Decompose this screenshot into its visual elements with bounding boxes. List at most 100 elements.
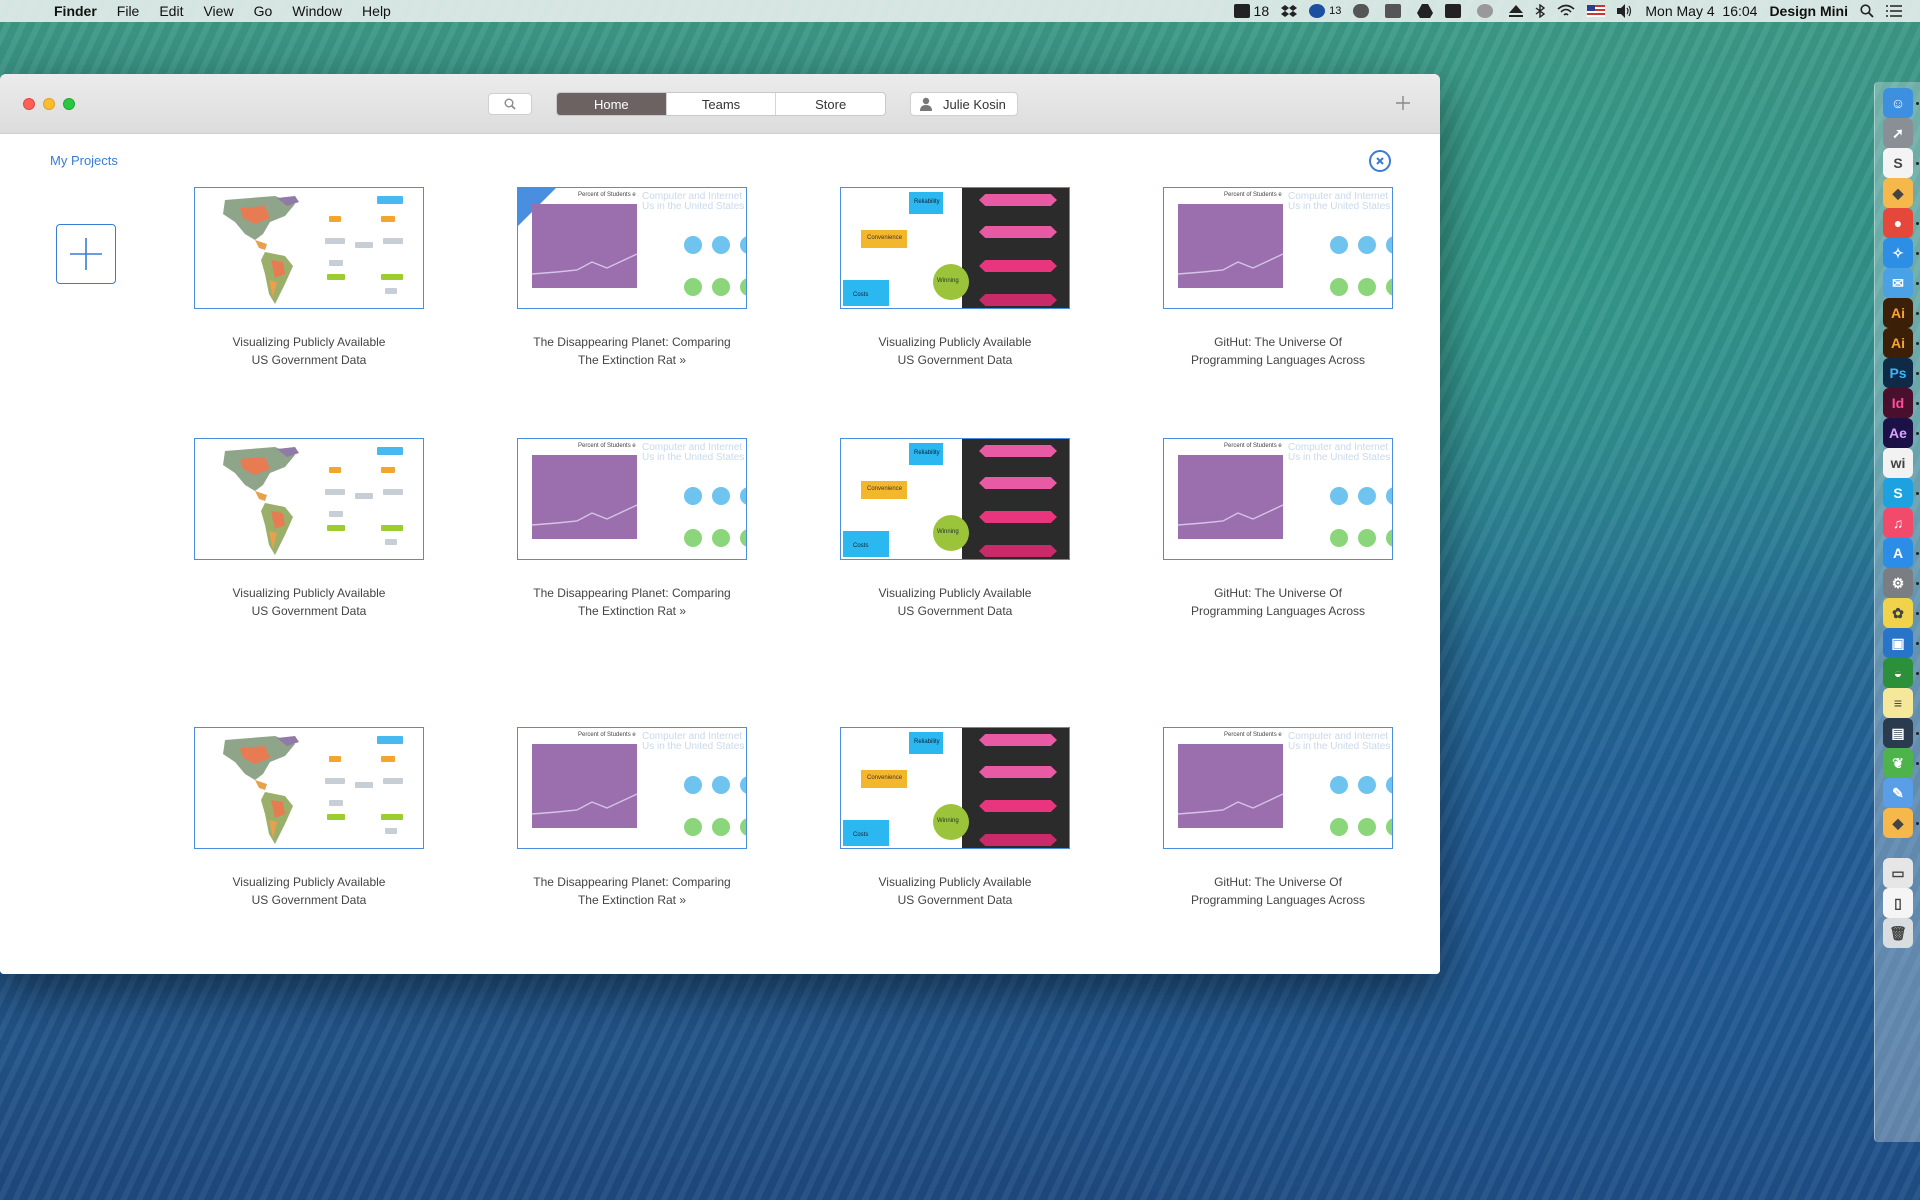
project-title[interactable]: Visualizing Publicly Available US Governm… xyxy=(194,584,424,620)
menu-window[interactable]: Window xyxy=(292,3,342,19)
project-thumbnail[interactable]: Percent of Students e Computer and Intern… xyxy=(1163,727,1393,849)
search-button[interactable] xyxy=(488,93,532,115)
project-card[interactable]: Reliability Convenience Costs Winning Visual… xyxy=(840,438,1070,620)
documents-icon[interactable]: ▯ xyxy=(1883,888,1913,918)
chrome-icon[interactable]: ● xyxy=(1883,208,1913,238)
menu-app-name[interactable]: Finder xyxy=(54,3,97,19)
apple-menu-icon[interactable] xyxy=(20,3,40,19)
project-title[interactable]: GitHut: The Universe Of Programming Langu… xyxy=(1163,873,1393,909)
project-card[interactable]: Percent of Students e Computer and Intern… xyxy=(1163,438,1393,620)
project-title[interactable]: Visualizing Publicly Available US Governm… xyxy=(840,873,1070,909)
tab-home[interactable]: Home xyxy=(557,93,667,115)
project-thumbnail[interactable]: Percent of Students e Computer and Intern… xyxy=(517,187,747,309)
add-icon[interactable] xyxy=(1392,92,1414,114)
window-app-icon[interactable]: ▤ xyxy=(1883,718,1913,748)
menu-file[interactable]: File xyxy=(117,3,140,19)
app-store-icon[interactable]: A xyxy=(1883,538,1913,568)
dismiss-button[interactable] xyxy=(1369,150,1391,172)
sketch-icon[interactable]: ◆ xyxy=(1883,178,1913,208)
project-title[interactable]: The Disappearing Planet: Comparing The Ex… xyxy=(517,584,747,620)
section-title-my-projects[interactable]: My Projects xyxy=(50,153,118,168)
eject-icon[interactable] xyxy=(1509,5,1524,17)
trash-icon[interactable]: 🗑 xyxy=(1883,918,1913,948)
project-thumbnail[interactable]: Percent of Students e Computer and Intern… xyxy=(1163,187,1393,309)
project-title[interactable]: GitHut: The Universe Of Programming Langu… xyxy=(1163,584,1393,620)
project-card[interactable]: Percent of Students e Computer and Intern… xyxy=(517,187,747,369)
system-preferences-icon[interactable]: ⚙ xyxy=(1883,568,1913,598)
project-thumbnail[interactable]: Reliability Convenience Costs Winning xyxy=(840,187,1070,309)
tab-teams[interactable]: Teams xyxy=(667,93,777,115)
sketch-2-icon[interactable]: ◆ xyxy=(1883,808,1913,838)
creative-cloud-status[interactable]: 13 xyxy=(1309,4,1341,18)
pencil-app-icon[interactable]: ✎ xyxy=(1883,778,1913,808)
menu-view[interactable]: View xyxy=(203,3,233,19)
project-thumbnail[interactable] xyxy=(194,727,424,849)
photos-icon[interactable]: ✿ xyxy=(1883,598,1913,628)
cloud-sync-icon[interactable] xyxy=(1353,4,1373,18)
notification-center-icon[interactable] xyxy=(1886,5,1902,17)
close-window-button[interactable] xyxy=(23,98,35,110)
grid-app-icon[interactable] xyxy=(1445,4,1465,18)
illustrator-2-icon[interactable]: Ai xyxy=(1883,328,1913,358)
drive-icon[interactable] xyxy=(1417,4,1434,18)
tab-store[interactable]: Store xyxy=(776,93,885,115)
project-card[interactable]: Percent of Students e Computer and Intern… xyxy=(1163,727,1393,909)
project-thumbnail[interactable] xyxy=(194,438,424,560)
indesign-icon[interactable]: Id xyxy=(1883,388,1913,418)
menu-help[interactable]: Help xyxy=(362,3,391,19)
adobe-status[interactable]: 18 xyxy=(1233,3,1269,19)
input-flag-icon[interactable] xyxy=(1587,5,1606,17)
menu-go[interactable]: Go xyxy=(254,3,273,19)
zoom-window-button[interactable] xyxy=(63,98,75,110)
finder-icon[interactable]: ☺ xyxy=(1883,88,1913,118)
project-title[interactable]: Visualizing Publicly Available US Governm… xyxy=(194,333,424,369)
spotlight-icon[interactable] xyxy=(1860,4,1874,18)
project-card[interactable]: Reliability Convenience Costs Winning Visual… xyxy=(840,187,1070,369)
project-title[interactable]: Visualizing Publicly Available US Governm… xyxy=(840,333,1070,369)
project-card[interactable]: Visualizing Publicly Available US Governm… xyxy=(194,187,424,369)
project-card[interactable]: Percent of Students e Computer and Intern… xyxy=(517,727,747,909)
dropbox-icon[interactable] xyxy=(1281,4,1298,18)
project-thumbnail[interactable]: Percent of Students e Computer and Intern… xyxy=(517,727,747,849)
mail-icon[interactable]: ✉ xyxy=(1883,268,1913,298)
safari-icon[interactable]: ✧ xyxy=(1883,238,1913,268)
time-machine-icon[interactable] xyxy=(1477,4,1497,18)
illustrator-icon[interactable]: Ai xyxy=(1883,298,1913,328)
helmet-app-icon[interactable]: ◒ xyxy=(1883,658,1913,688)
play-icon[interactable] xyxy=(1385,4,1405,18)
volume-icon[interactable] xyxy=(1617,4,1633,18)
wiki-icon[interactable]: wi xyxy=(1883,448,1913,478)
project-title[interactable]: GitHut: The Universe Of Programming Langu… xyxy=(1163,333,1393,369)
project-thumbnail[interactable]: Percent of Students e Computer and Intern… xyxy=(517,438,747,560)
project-card[interactable]: Reliability Convenience Costs Winning Visual… xyxy=(840,727,1070,909)
project-thumbnail[interactable]: Reliability Convenience Costs Winning xyxy=(840,438,1070,560)
project-card[interactable]: Visualizing Publicly Available US Governm… xyxy=(194,727,424,909)
itunes-icon[interactable]: ♫ xyxy=(1883,508,1913,538)
project-card[interactable]: Visualizing Publicly Available US Governm… xyxy=(194,438,424,620)
skype-icon[interactable]: S xyxy=(1883,478,1913,508)
project-card[interactable]: Percent of Students e Computer and Intern… xyxy=(517,438,747,620)
project-thumbnail[interactable]: Reliability Convenience Costs Winning xyxy=(840,727,1070,849)
clock-text[interactable]: Mon May 4 16:04 xyxy=(1645,3,1757,19)
slack-icon[interactable]: S xyxy=(1883,148,1913,178)
screen-app-icon[interactable]: ▣ xyxy=(1883,628,1913,658)
notes-icon[interactable]: ≡ xyxy=(1883,688,1913,718)
project-title[interactable]: The Disappearing Planet: Comparing The Ex… xyxy=(517,873,747,909)
project-title[interactable]: Visualizing Publicly Available US Governm… xyxy=(840,584,1070,620)
new-project-button[interactable] xyxy=(56,224,116,284)
menu-edit[interactable]: Edit xyxy=(159,3,183,19)
project-thumbnail[interactable]: Percent of Students e Computer and Intern… xyxy=(1163,438,1393,560)
minimize-window-button[interactable] xyxy=(43,98,55,110)
scanner-icon[interactable]: ▭ xyxy=(1883,858,1913,888)
photoshop-icon[interactable]: Ps xyxy=(1883,358,1913,388)
bluetooth-icon[interactable] xyxy=(1535,4,1546,18)
project-title[interactable]: Visualizing Publicly Available US Governm… xyxy=(194,873,424,909)
after-effects-icon[interactable]: Ae xyxy=(1883,418,1913,448)
project-title[interactable]: The Disappearing Planet: Comparing The Ex… xyxy=(517,333,747,369)
wifi-icon[interactable] xyxy=(1557,4,1575,18)
user-name[interactable]: Design Mini xyxy=(1769,3,1848,19)
launchpad-icon[interactable]: ➚ xyxy=(1883,118,1913,148)
user-account-button[interactable]: Julie Kosin xyxy=(910,92,1018,116)
project-thumbnail[interactable] xyxy=(194,187,424,309)
project-card[interactable]: Percent of Students e Computer and Intern… xyxy=(1163,187,1393,369)
